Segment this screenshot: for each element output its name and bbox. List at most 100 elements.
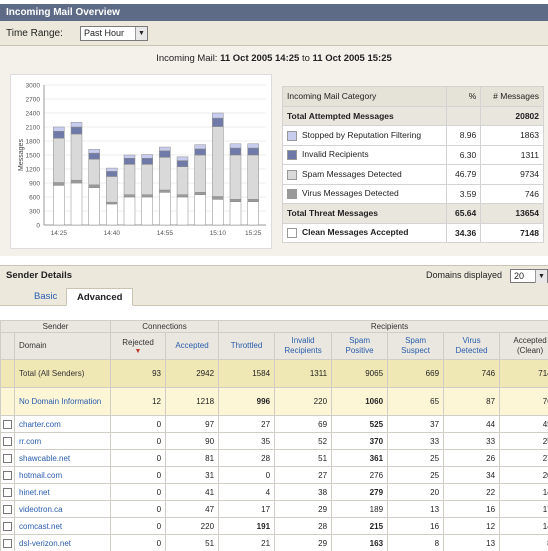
bar-segment bbox=[212, 126, 224, 197]
tab-advanced[interactable]: Advanced bbox=[66, 288, 134, 306]
cell-throttled: 28 bbox=[218, 449, 276, 467]
bar-segment bbox=[159, 150, 171, 158]
cell-clean: 252 bbox=[499, 432, 548, 450]
chevron-down-icon[interactable]: ▼ bbox=[535, 270, 547, 283]
row-checkbox-empty bbox=[0, 359, 15, 388]
cell-spam-positive: 9065 bbox=[331, 359, 389, 388]
col-category: Incoming Mail Category bbox=[282, 86, 447, 107]
y-tick-label: 2100 bbox=[26, 125, 41, 132]
time-range-label: Time Range: bbox=[6, 28, 63, 39]
row-domain-link[interactable]: charter.com bbox=[13, 415, 112, 433]
sender-tabs: Basic Advanced bbox=[0, 285, 548, 306]
cell-rejected: 0 bbox=[110, 517, 167, 535]
row-domain-link[interactable]: No Domain Information bbox=[13, 387, 112, 416]
range-to-word: to bbox=[301, 53, 310, 64]
sort-desc-icon: ▼ bbox=[134, 347, 142, 355]
time-range-select[interactable]: Past Hour ▼ bbox=[80, 26, 148, 41]
cell-accepted: 81 bbox=[165, 449, 220, 467]
cell-rejected: 0 bbox=[110, 449, 167, 467]
cell-spam-positive: 525 bbox=[331, 415, 389, 433]
row-domain-link[interactable]: hotmail.com bbox=[13, 466, 112, 484]
tab-basic[interactable]: Basic bbox=[24, 288, 67, 306]
row-domain-link[interactable]: rr.com bbox=[13, 432, 112, 450]
row-domain-link[interactable]: comcast.net bbox=[13, 517, 112, 535]
cell-throttled: 21 bbox=[218, 534, 276, 551]
table-row: charter.com09727695253744455 bbox=[0, 415, 548, 433]
row-checkbox[interactable] bbox=[3, 470, 12, 480]
cell-clean: 202 bbox=[499, 466, 548, 484]
row-domain-link[interactable]: hinet.net bbox=[13, 483, 112, 501]
total-senders-row: Total (All Senders) 93 2942 1584 1311 90… bbox=[0, 359, 548, 388]
cell-spam-suspect: 25 bbox=[387, 466, 445, 484]
cell-virus: 34 bbox=[443, 466, 501, 484]
row-domain-link[interactable]: shawcable.net bbox=[13, 449, 112, 467]
row-checkbox[interactable] bbox=[3, 538, 12, 548]
bar-segment bbox=[53, 130, 65, 139]
col-spam-positive[interactable]: Spam Positive bbox=[331, 332, 389, 360]
row-checkbox[interactable] bbox=[3, 419, 12, 429]
col-throttled[interactable]: Throttled bbox=[218, 332, 276, 360]
summary-section: Incoming Mail: 11 Oct 2005 14:25 to 11 O… bbox=[0, 46, 548, 256]
bar-segment bbox=[247, 143, 259, 149]
time-range-bar: Time Range: Past Hour ▼ bbox=[0, 21, 548, 46]
table-row: videotron.ca04717291891316176 bbox=[0, 500, 548, 518]
cell-accepted: 31 bbox=[165, 466, 220, 484]
bar-segment bbox=[212, 199, 224, 226]
bar-segment bbox=[123, 194, 136, 198]
col-messages: # Messages bbox=[480, 86, 544, 107]
cell-virus: 12 bbox=[443, 517, 501, 535]
cell-accepted: 51 bbox=[165, 534, 220, 551]
col-accepted[interactable]: Accepted bbox=[165, 332, 220, 360]
y-tick-label: 1800 bbox=[26, 139, 41, 146]
cell-rejected: 0 bbox=[110, 415, 167, 433]
bar-segment bbox=[106, 203, 118, 226]
bar-segment bbox=[53, 182, 65, 186]
row-checkbox[interactable] bbox=[3, 436, 12, 446]
col-virus-detected[interactable]: Virus Detected bbox=[443, 332, 501, 360]
range-prefix: Incoming Mail: bbox=[156, 53, 218, 64]
cell-rejected: 12 bbox=[110, 387, 167, 416]
y-tick-label: 2700 bbox=[26, 97, 41, 104]
legend-swatch bbox=[287, 169, 297, 180]
cell-invalid: 27 bbox=[274, 466, 333, 484]
cell-accepted: 47 bbox=[165, 500, 220, 518]
row-domain: Total (All Senders) bbox=[13, 359, 112, 388]
table-row: hinet.net0414382792022142 bbox=[0, 483, 548, 501]
row-checkbox[interactable] bbox=[3, 504, 12, 514]
cell-invalid: 28 bbox=[274, 517, 333, 535]
category-table: Incoming Mail Category % # Messages Tota… bbox=[282, 86, 544, 243]
cell-clean: 764 bbox=[499, 387, 548, 416]
bar-segment bbox=[70, 122, 83, 128]
row-checkbox[interactable] bbox=[3, 521, 12, 531]
cell-spam-suspect: 8 bbox=[387, 534, 445, 551]
row-checkbox[interactable] bbox=[3, 453, 12, 463]
bar-segment bbox=[176, 156, 189, 161]
row-domain-link[interactable]: dsl-verizon.net bbox=[13, 534, 112, 551]
range-from: 11 Oct 2005 14:25 bbox=[220, 53, 300, 64]
sender-details-title: Sender Details bbox=[6, 270, 72, 281]
row-checkbox[interactable] bbox=[3, 487, 12, 497]
domains-displayed-select[interactable]: 20 ▼ bbox=[510, 269, 548, 283]
col-accepted-clean[interactable]: Accepted (Clean) bbox=[499, 332, 548, 360]
legend-swatch bbox=[287, 189, 297, 200]
cell-clean: 142 bbox=[499, 483, 548, 501]
category-label: Virus Messages Detected bbox=[302, 188, 399, 199]
col-domain[interactable]: Domain bbox=[13, 332, 112, 360]
range-to: 11 Oct 2005 15:25 bbox=[312, 53, 392, 64]
col-invalid-recipients[interactable]: Invalid Recipients bbox=[274, 332, 333, 360]
time-range-value: Past Hour bbox=[84, 28, 125, 38]
row-domain-link[interactable]: videotron.ca bbox=[13, 500, 112, 518]
bar-segment bbox=[194, 144, 206, 150]
cell-virus: 44 bbox=[443, 415, 501, 433]
sender-table: Sender Connections Recipients Domain Rej… bbox=[0, 320, 548, 551]
col-rejected[interactable]: Rejected ▼ bbox=[110, 332, 167, 360]
cell-accepted: 41 bbox=[165, 483, 220, 501]
col-spam-suspect[interactable]: Spam Suspect bbox=[387, 332, 445, 360]
bar-segment bbox=[123, 196, 136, 226]
bar-segment bbox=[229, 143, 242, 149]
bar-segment bbox=[70, 179, 83, 184]
total-threat-label: Total Threat Messages bbox=[282, 203, 447, 224]
chevron-down-icon[interactable]: ▼ bbox=[135, 27, 147, 40]
cell-spam-suspect: 669 bbox=[387, 359, 445, 388]
y-tick-label: 1200 bbox=[26, 167, 41, 174]
